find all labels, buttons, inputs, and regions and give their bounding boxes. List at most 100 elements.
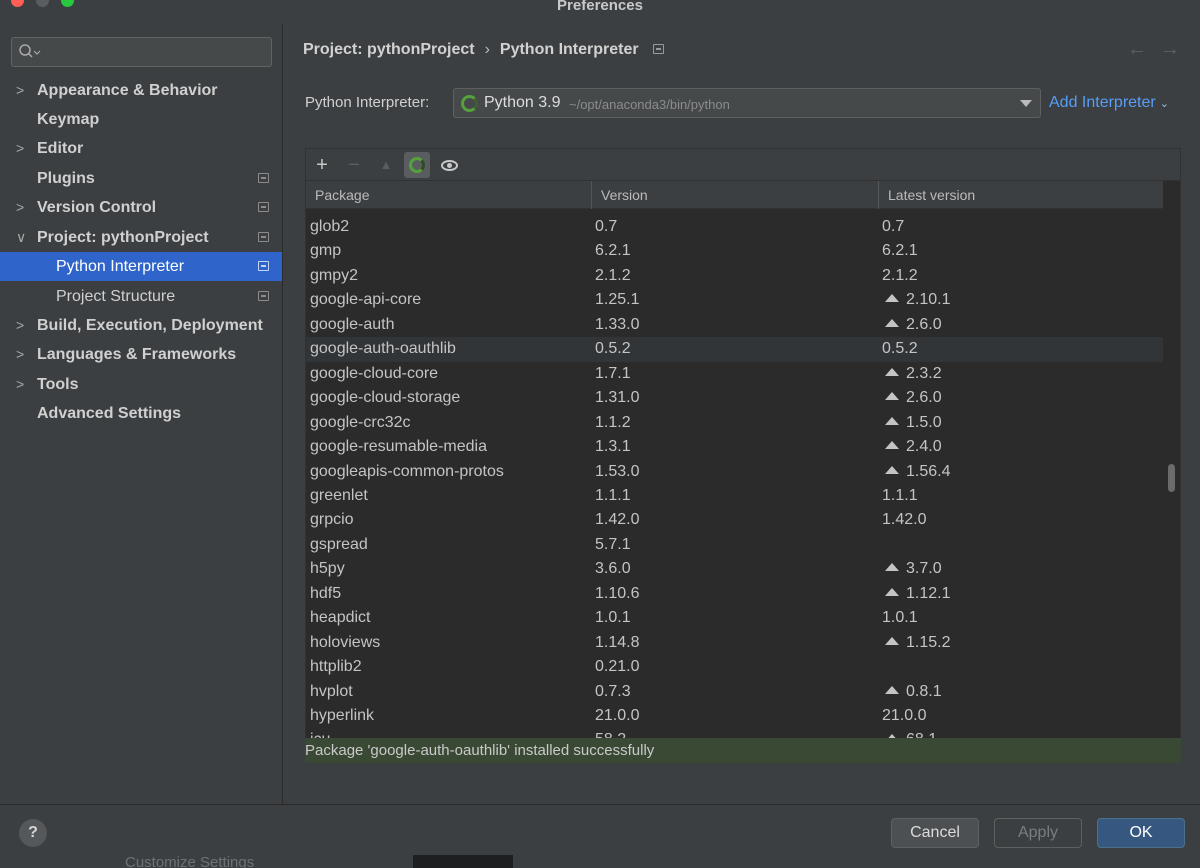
package-name-cell: greenlet <box>310 486 368 504</box>
table-row[interactable]: hdf5 1.10.6 1.12.1 <box>306 582 1163 607</box>
table-row[interactable]: google-cloud-storage 1.31.0 2.6.0 <box>306 386 1163 411</box>
sidebar-item-label: Version Control <box>37 199 157 216</box>
column-header-latest-version[interactable]: Latest version <box>879 181 1163 209</box>
table-row[interactable]: h5py 3.6.0 3.7.0 <box>306 557 1163 582</box>
latest-version-text: 1.5.0 <box>906 413 942 431</box>
search-icon <box>19 44 41 58</box>
package-name-cell: holoviews <box>310 633 381 651</box>
sidebar-item[interactable]: > Languages & Frameworks <box>0 340 282 369</box>
latest-version-text: 1.15.2 <box>906 633 951 651</box>
sidebar-item[interactable]: Project Structure <box>0 282 282 311</box>
latest-version-text: 21.0.0 <box>882 707 927 724</box>
latest-version-cell: 1.1.1 <box>882 484 918 509</box>
chevron-down-icon: ⌄ <box>1159 98 1169 110</box>
upgrade-available-icon <box>885 465 899 474</box>
chevron-right-icon[interactable]: > <box>16 76 30 105</box>
table-row[interactable]: google-cloud-core 1.7.1 2.3.2 <box>306 362 1163 387</box>
table-row[interactable]: google-crc32c 1.1.2 1.5.0 <box>306 411 1163 436</box>
sidebar-item[interactable]: > Editor <box>0 134 282 163</box>
sidebar-item[interactable]: > Version Control <box>0 193 282 222</box>
upgrade-available-icon <box>885 685 899 694</box>
sidebar-item[interactable]: > Appearance & Behavior <box>0 76 282 105</box>
sidebar-item-label: Build, Execution, Deployment <box>37 317 263 334</box>
table-row[interactable]: greenlet 1.1.1 1.1.1 <box>306 484 1163 509</box>
sidebar-item-label: Plugins <box>37 170 95 187</box>
table-row[interactable]: glob2 0.7 0.7 <box>306 215 1163 240</box>
interpreter-name: Python 3.9 <box>484 94 561 111</box>
package-name-cell: hdf5 <box>310 584 342 602</box>
sidebar-item[interactable]: Plugins <box>0 164 282 193</box>
back-arrow-icon[interactable]: ← <box>1127 38 1147 61</box>
sidebar-item[interactable]: > Tools <box>0 370 282 399</box>
version-cell: 1.1.1 <box>595 486 631 504</box>
table-row[interactable]: httplib2 0.21.0 <box>306 655 1163 680</box>
table-row[interactable]: gmpy2 2.1.2 2.1.2 <box>306 264 1163 289</box>
sidebar-item[interactable]: ∨ Project: pythonProject <box>0 223 282 252</box>
table-row[interactable]: holoviews 1.14.8 1.15.2 <box>306 631 1163 656</box>
background-window-text: Customize Settings <box>125 854 255 868</box>
cancel-button[interactable]: Cancel <box>891 818 979 848</box>
package-name-cell: h5py <box>310 560 345 578</box>
column-header-package[interactable]: Package <box>306 181 592 209</box>
upgrade-available-icon <box>885 563 899 572</box>
forward-arrow-icon[interactable]: → <box>1160 38 1180 61</box>
package-name-cell: gmp <box>310 242 342 260</box>
latest-version-text: 1.12.1 <box>906 584 951 602</box>
interpreter-label: Python Interpreter: <box>305 94 430 111</box>
apply-button[interactable]: Apply <box>994 818 1082 848</box>
column-header-version[interactable]: Version <box>592 181 879 209</box>
package-name-cell: google-cloud-core <box>310 364 439 382</box>
add-interpreter-label: Add Interpreter <box>1049 94 1156 111</box>
eye-icon <box>441 160 458 171</box>
scrollbar-thumb[interactable] <box>1168 464 1175 492</box>
table-row[interactable]: hyperlink 21.0.0 21.0.0 <box>306 704 1163 729</box>
table-row[interactable]: google-api-core 1.25.1 2.10.1 <box>306 288 1163 313</box>
chevron-right-icon[interactable]: > <box>16 193 30 222</box>
table-row[interactable]: heapdict 1.0.1 1.0.1 <box>306 606 1163 631</box>
latest-version-cell: 1.15.2 <box>882 631 950 656</box>
table-row[interactable]: gspread 5.7.1 <box>306 533 1163 558</box>
latest-version-text: 2.6.0 <box>906 315 942 333</box>
chevron-right-icon[interactable]: > <box>16 370 30 399</box>
table-row[interactable]: gmp 6.2.1 6.2.1 <box>306 239 1163 264</box>
version-cell: 5.7.1 <box>595 535 631 553</box>
table-row[interactable]: hvplot 0.7.3 0.8.1 <box>306 680 1163 705</box>
breadcrumb-project[interactable]: Project: pythonProject <box>303 41 475 58</box>
table-row[interactable]: google-resumable-media 1.3.1 2.4.0 <box>306 435 1163 460</box>
version-cell: 1.0.1 <box>595 609 631 627</box>
refresh-button[interactable] <box>404 152 430 178</box>
chevron-right-icon[interactable]: > <box>16 311 30 340</box>
settings-search-input[interactable] <box>11 37 272 67</box>
version-cell: 0.7 <box>595 218 618 235</box>
add-package-button[interactable]: + <box>309 152 335 178</box>
sidebar-item[interactable]: Keymap <box>0 105 282 134</box>
show-early-releases-button[interactable] <box>436 152 462 178</box>
interpreter-select[interactable]: Python 3.9 ~/opt/anaconda3/bin/python <box>453 88 1041 118</box>
latest-version-cell: 2.6.0 <box>882 386 942 411</box>
sidebar-item[interactable]: Advanced Settings <box>0 399 282 428</box>
version-cell: 1.25.1 <box>595 291 640 309</box>
vertical-scrollbar[interactable] <box>1163 181 1180 759</box>
chevron-right-icon[interactable]: > <box>16 340 30 369</box>
status-message: Package 'google-auth-oauthlib' installed… <box>305 738 1181 763</box>
ok-button[interactable]: OK <box>1097 818 1185 848</box>
table-row[interactable]: googleapis-common-protos 1.53.0 1.56.4 <box>306 460 1163 485</box>
latest-version-cell: 1.12.1 <box>882 582 950 607</box>
add-interpreter-link[interactable]: Add Interpreter ⌄ <box>1049 94 1169 112</box>
package-name-cell: glob2 <box>310 218 350 235</box>
table-row[interactable]: grpcio 1.42.0 1.42.0 <box>306 508 1163 533</box>
package-name-cell: hyperlink <box>310 707 375 724</box>
table-row[interactable]: google-auth-oauthlib 0.5.2 0.5.2 <box>306 337 1163 362</box>
upgrade-package-button[interactable]: ▲ <box>373 152 399 178</box>
chevron-down-icon[interactable]: ∨ <box>16 223 30 252</box>
sidebar-item[interactable]: > Build, Execution, Deployment <box>0 311 282 340</box>
sidebar-item[interactable]: Python Interpreter <box>0 252 282 281</box>
chevron-right-icon[interactable]: > <box>16 134 30 163</box>
latest-version-text: 0.7 <box>882 218 905 235</box>
remove-package-button[interactable]: − <box>341 152 367 178</box>
latest-version-text: 0.8.1 <box>906 682 942 700</box>
latest-version-cell: 2.10.1 <box>882 288 950 313</box>
table-row[interactable]: google-auth 1.33.0 2.6.0 <box>306 313 1163 338</box>
help-button[interactable]: ? <box>19 819 47 847</box>
latest-version-cell: 1.42.0 <box>882 508 926 533</box>
